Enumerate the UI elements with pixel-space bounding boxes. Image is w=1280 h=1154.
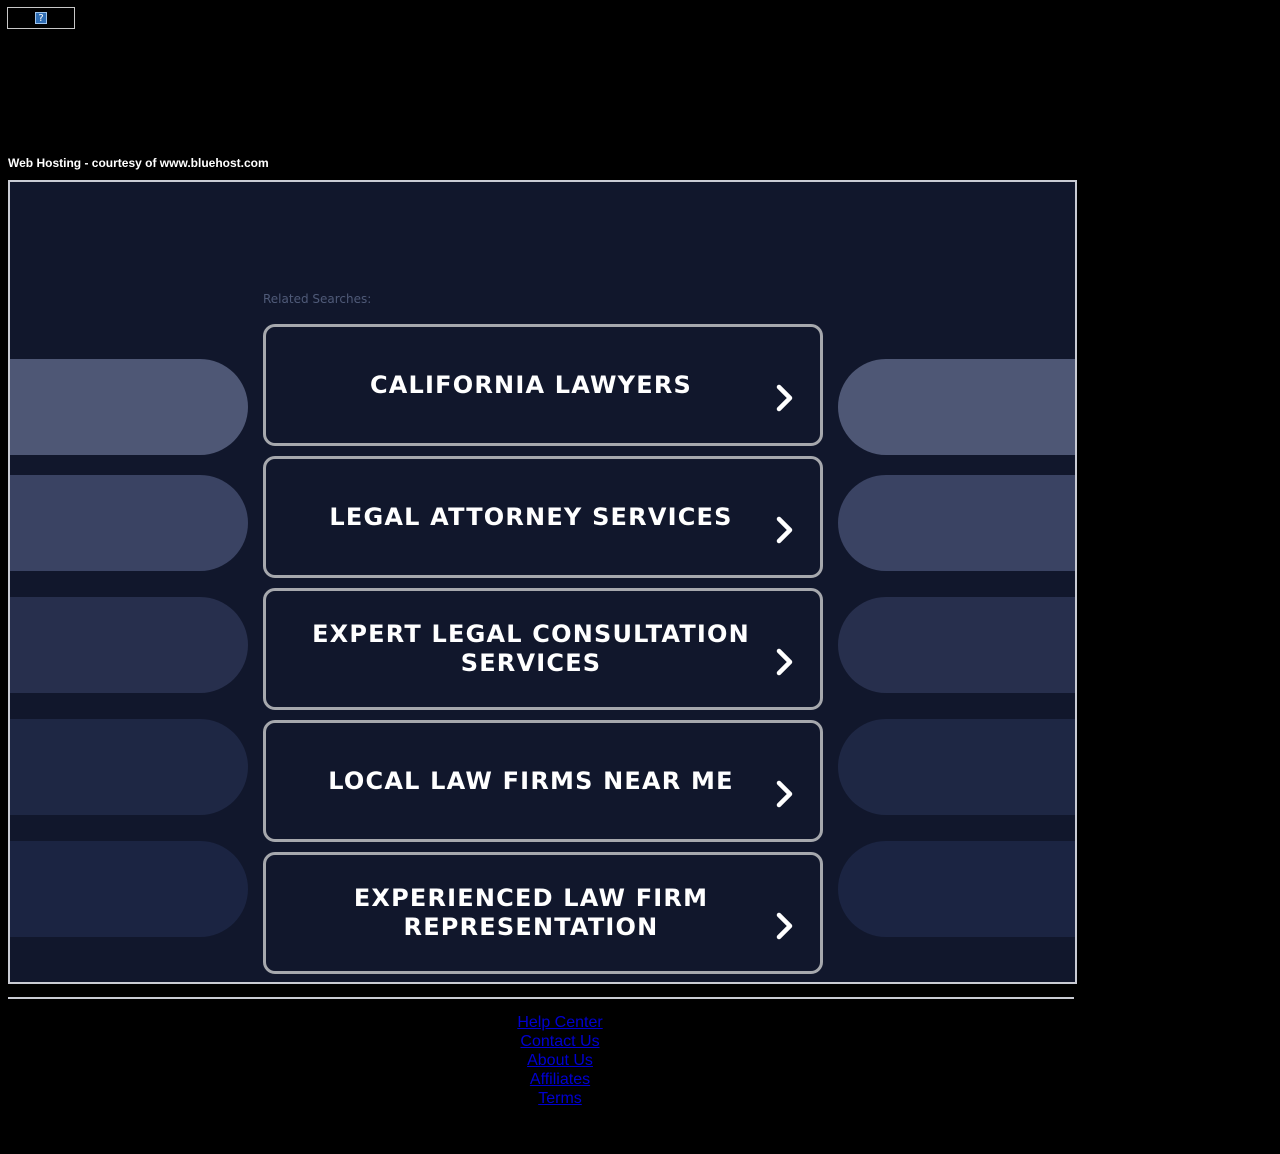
footer-link-about-us[interactable]: About Us — [460, 1051, 660, 1070]
related-searches-label: Related Searches: — [263, 292, 372, 306]
decor-pill — [838, 359, 1075, 455]
hosting-note: Web Hosting - courtesy of www.bluehost.c… — [8, 156, 269, 170]
chevron-right-icon — [776, 648, 793, 676]
decor-pill — [10, 841, 248, 937]
chevron-right-icon — [776, 516, 793, 544]
decor-pill — [838, 719, 1075, 815]
search-link-label: LEGAL ATTORNEY SERVICES — [329, 502, 733, 531]
search-link-expert-legal-consultation[interactable]: EXPERT LEGAL CONSULTATION SERVICES — [263, 588, 823, 710]
decor-pill — [838, 597, 1075, 693]
decor-pill — [10, 597, 248, 693]
search-link-label: LOCAL LAW FIRMS NEAR ME — [328, 766, 734, 795]
search-link-california-lawyers[interactable]: CALIFORNIA LAWYERS — [263, 324, 823, 446]
chevron-right-icon — [776, 912, 793, 940]
decor-pill — [838, 475, 1075, 571]
search-link-local-law-firms[interactable]: LOCAL LAW FIRMS NEAR ME — [263, 720, 823, 842]
footer-link-affiliates[interactable]: Affiliates — [460, 1070, 660, 1089]
search-link-label: EXPERT LEGAL CONSULTATION SERVICES — [312, 620, 750, 677]
chevron-right-icon — [776, 780, 793, 808]
page: ? Web Hosting - courtesy of www.bluehost… — [0, 0, 1280, 1154]
broken-image: ? — [7, 7, 75, 29]
decor-pill — [10, 359, 248, 455]
search-link-legal-attorney-services[interactable]: LEGAL ATTORNEY SERVICES — [263, 456, 823, 578]
ad-frame: Related Searches: CALIFORNIA LAWYERS LEG… — [8, 180, 1077, 984]
divider — [8, 997, 1074, 999]
search-link-label: EXPERIENCED LAW FIRM REPRESENTATION — [353, 884, 709, 941]
footer-link-terms[interactable]: Terms — [460, 1089, 660, 1108]
footer-link-help-center[interactable]: Help Center — [460, 1013, 660, 1032]
decor-pill — [838, 841, 1075, 937]
chevron-right-icon — [776, 384, 793, 412]
footer-links: Help Center Contact Us About Us Affiliat… — [460, 1013, 660, 1108]
broken-image-icon: ? — [35, 12, 47, 24]
decor-pill — [10, 719, 248, 815]
search-link-experienced-law-firm[interactable]: EXPERIENCED LAW FIRM REPRESENTATION — [263, 852, 823, 974]
decor-pill — [10, 475, 248, 571]
search-link-label: CALIFORNIA LAWYERS — [369, 370, 693, 399]
footer-link-contact-us[interactable]: Contact Us — [460, 1032, 660, 1051]
